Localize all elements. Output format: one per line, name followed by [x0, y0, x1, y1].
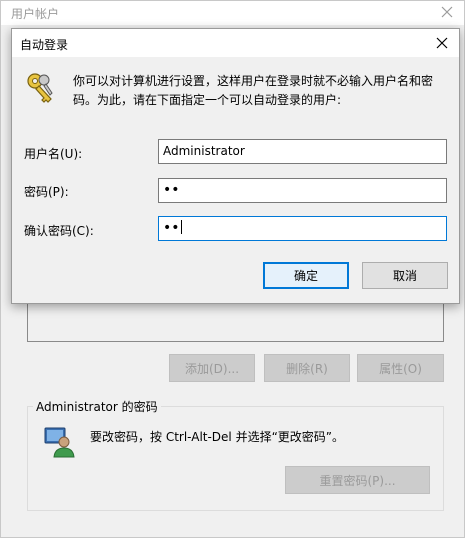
confirm-password-value: •• — [163, 220, 180, 236]
cancel-button[interactable]: 取消 — [362, 262, 448, 289]
parent-window-title: 用户帐户 — [11, 7, 60, 21]
password-group — [27, 406, 444, 511]
password-label: 密码(P): — [24, 185, 69, 199]
confirm-password-label: 确认密码(C): — [24, 224, 94, 238]
close-icon[interactable] — [438, 3, 456, 21]
dialog-titlebar: 自动登录 — [12, 29, 459, 57]
reset-password-button[interactable]: 重置密码(P)... — [285, 466, 430, 494]
properties-button[interactable]: 属性(O) — [357, 354, 444, 382]
add-button[interactable]: 添加(D)... — [169, 354, 255, 382]
dialog-info-text: 你可以对计算机进行设置，这样用户在登录时就不必输入用户名和密码。为此，请在下面指… — [73, 74, 434, 107]
dialog-title: 自动登录 — [20, 38, 69, 52]
keys-icon — [27, 73, 53, 103]
remove-button[interactable]: 删除(R) — [264, 354, 350, 382]
text-caret — [180, 220, 182, 234]
ok-button[interactable]: 确定 — [263, 262, 349, 289]
username-input[interactable]: Administrator — [158, 139, 447, 164]
password-input[interactable]: •• — [158, 178, 447, 203]
parent-titlebar: 用户帐户 — [1, 1, 464, 25]
username-label: 用户名(U): — [24, 147, 83, 161]
users-list[interactable] — [27, 299, 444, 342]
password-group-text: 要改密码，按 Ctrl-Alt-Del 并选择“更改密码”。 — [90, 430, 345, 444]
close-icon[interactable] — [433, 34, 451, 52]
confirm-password-input[interactable]: •• — [158, 216, 447, 241]
password-group-title: Administrator 的密码 — [33, 398, 161, 415]
user-icon — [44, 427, 75, 458]
auto-logon-dialog: 自动登录 你可以对计算机进行设置，这样用户在登录时就不必输入用户名和密码。为此，… — [11, 28, 460, 304]
